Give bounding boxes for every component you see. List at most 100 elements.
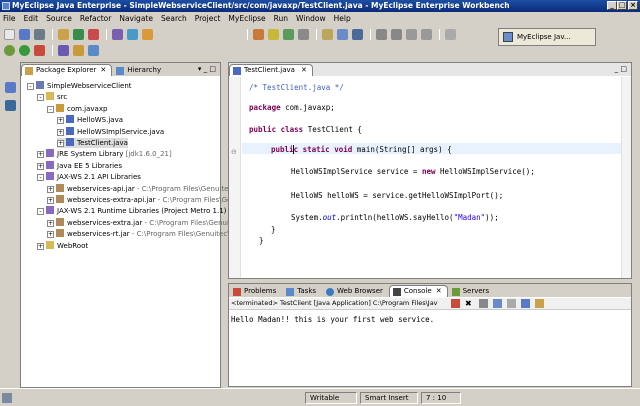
tree-item[interactable]: + webservices-extra.jar - C:\Program File… [47, 217, 229, 228]
tab-tasks[interactable]: Tasks [282, 285, 322, 297]
wizard-icon[interactable] [268, 29, 279, 40]
collapse-icon[interactable]: - [37, 208, 44, 216]
tree-item[interactable]: - JAX-WS 2.1 Runtime Libraries (Project M… [37, 206, 226, 216]
outline-view-icon[interactable] [5, 100, 16, 111]
pencil-icon[interactable] [322, 29, 333, 40]
fold-icon[interactable]: ⊖ [231, 148, 237, 156]
collapse-icon[interactable]: - [47, 105, 54, 113]
tab-hierarchy[interactable]: Hierarchy [112, 64, 167, 76]
tree-item[interactable]: + HelloWS.java [57, 115, 123, 125]
expand-icon[interactable]: + [57, 117, 64, 125]
menu-search[interactable]: Search [161, 14, 187, 23]
expand-icon[interactable]: + [47, 219, 54, 227]
editor-view-menu-icon[interactable]: _ □ [615, 65, 627, 73]
code-line-5[interactable]: HelloWSImplService service = new HelloWS… [291, 167, 535, 177]
tree-item[interactable]: - com.javaxp [47, 103, 107, 114]
expand-icon[interactable]: + [47, 197, 54, 204]
expand-icon[interactable]: + [47, 185, 54, 193]
code-line-6[interactable]: HelloWS helloWS = service.getHelloWSImpl… [291, 191, 503, 201]
expand-icon[interactable]: + [57, 128, 64, 136]
scroll-lock-icon[interactable] [493, 299, 502, 308]
print-icon[interactable] [34, 29, 45, 40]
server-icon[interactable] [253, 29, 264, 40]
tab-package-explorer[interactable]: Package Explorer ✕ [21, 64, 113, 76]
code-line-7[interactable]: System.out.println(helloWS.sayHello("Mad… [291, 213, 499, 223]
code-line-2[interactable]: package com.javaxp; [249, 103, 335, 113]
fast-view-icon[interactable] [5, 82, 16, 93]
external-tools-icon[interactable] [34, 45, 45, 56]
maximize-button[interactable]: □ [617, 1, 627, 10]
forward-icon[interactable] [421, 29, 432, 40]
debug-icon[interactable] [4, 45, 15, 56]
pin-console-icon[interactable] [507, 299, 516, 308]
expand-icon[interactable]: + [37, 151, 44, 159]
open-perspective-icon[interactable] [445, 29, 456, 40]
tree-item[interactable]: + HelloWSImplService.java [57, 126, 164, 137]
close-icon[interactable]: ✕ [436, 287, 442, 295]
tree-item[interactable]: + JRE System Library [jdk1.6.0_21] [37, 149, 172, 159]
expand-icon[interactable]: + [37, 162, 44, 170]
perspective-switcher[interactable]: MyEclipse Jav... [498, 28, 596, 46]
tree-item[interactable]: + TestClient.java [57, 138, 128, 148]
minimize-button[interactable]: _ [607, 1, 617, 10]
expand-icon[interactable]: + [37, 242, 44, 250]
paragraph-icon[interactable] [352, 29, 363, 40]
database-icon[interactable] [142, 29, 153, 40]
remove-launch-icon[interactable]: ✖ [465, 299, 472, 308]
open-type-hierarchy-icon[interactable] [88, 45, 99, 56]
tree-item[interactable]: + webservices-extra-api.jar - C:\Program … [47, 195, 236, 205]
tab-problems[interactable]: Problems [229, 285, 282, 297]
close-button[interactable]: × [628, 1, 638, 10]
open-type-icon[interactable] [283, 29, 294, 40]
annotation-icon[interactable] [337, 29, 348, 40]
save-icon[interactable] [19, 29, 30, 40]
tab-web-browser[interactable]: Web Browser [322, 285, 389, 297]
tree-item[interactable]: + Java EE 5 Libraries [37, 160, 122, 171]
menu-myeclipse[interactable]: MyEclipse [228, 14, 265, 23]
collapse-icon[interactable]: - [37, 94, 44, 102]
deploy-icon[interactable] [88, 29, 99, 40]
menu-source[interactable]: Source [46, 14, 72, 23]
browser-icon[interactable] [127, 29, 138, 40]
tree-item[interactable]: + webservices-rt.jar - C:\Program Files\G… [47, 229, 230, 239]
code-line-4[interactable]: public static void main(String[] args) { [271, 145, 452, 155]
tab-testclient-java[interactable]: TestClient.java ✕ [229, 64, 313, 76]
xml-icon[interactable] [112, 29, 123, 40]
expand-icon[interactable]: + [47, 231, 54, 239]
code-line-9[interactable]: } [259, 236, 264, 246]
console-output[interactable]: Hello Madan!! this is your first web ser… [231, 315, 434, 325]
menu-edit[interactable]: Edit [24, 14, 39, 23]
menu-navigate[interactable]: Navigate [119, 14, 153, 23]
expand-icon[interactable]: + [57, 140, 64, 147]
menu-run[interactable]: Run [274, 14, 288, 23]
menu-project[interactable]: Project [195, 14, 221, 23]
close-icon[interactable]: ✕ [100, 66, 106, 74]
open-console-icon[interactable] [535, 299, 544, 308]
view-menu-icon[interactable]: ▾ _ □ [198, 65, 216, 73]
menu-refactor[interactable]: Refactor [80, 14, 111, 23]
tree-item[interactable]: - SimpleWebserviceClient [27, 81, 132, 91]
new-project-icon[interactable] [58, 29, 69, 40]
collapse-icon[interactable]: - [27, 83, 34, 90]
tab-servers[interactable]: Servers [448, 285, 496, 297]
new-package-icon[interactable] [73, 45, 84, 56]
code-line-1[interactable]: /* TestClient.java */ [249, 83, 344, 93]
new-java-class-icon[interactable] [58, 45, 69, 56]
run-icon[interactable] [19, 45, 30, 56]
tree-item[interactable]: + WebRoot [37, 240, 88, 251]
back-icon[interactable] [406, 29, 417, 40]
display-console-icon[interactable] [521, 299, 530, 308]
clear-console-icon[interactable] [479, 299, 488, 308]
terminate-icon[interactable] [451, 299, 460, 308]
code-line-8[interactable]: } [271, 225, 276, 235]
fast-view-bar-icon[interactable] [2, 393, 12, 403]
menu-file[interactable]: File [3, 14, 16, 23]
collapse-icon[interactable]: - [37, 174, 44, 182]
menu-window[interactable]: Window [296, 14, 326, 23]
tab-console[interactable]: Console ✕ [388, 285, 448, 297]
new-webservice-icon[interactable] [73, 29, 84, 40]
new-icon[interactable] [4, 29, 15, 40]
tree-item[interactable]: - src [37, 92, 67, 102]
code-line-3[interactable]: public class TestClient { [249, 125, 362, 135]
menu-help[interactable]: Help [334, 14, 351, 23]
